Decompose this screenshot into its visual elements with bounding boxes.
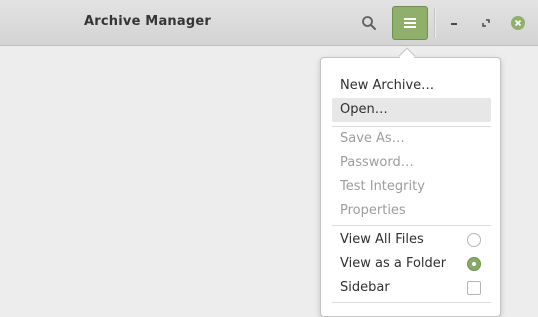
menu-item-label: Open… xyxy=(340,102,388,117)
menu-item-label: New Archive… xyxy=(340,78,435,93)
radio-dot xyxy=(472,262,476,266)
menu-item-label: View as a Folder xyxy=(340,256,447,271)
menu-item-new-archive[interactable]: New Archive… xyxy=(332,74,491,98)
menu-item-view-all-files[interactable]: View All Files xyxy=(332,228,491,252)
hamburger-menu-icon xyxy=(404,18,416,28)
menu-item-sidebar[interactable]: Sidebar xyxy=(332,276,491,300)
menu-item-password[interactable]: Password… xyxy=(332,151,491,175)
minimize-icon xyxy=(451,23,457,25)
main-menu-popover: New Archive… Open… Save As… Password… Te… xyxy=(320,57,501,317)
sidebar-checkbox[interactable] xyxy=(467,281,481,295)
search-icon xyxy=(362,16,376,30)
menu-item-label: View All Files xyxy=(340,232,424,247)
menu-item-properties[interactable]: Properties xyxy=(332,199,491,223)
close-icon xyxy=(511,16,525,30)
search-button[interactable] xyxy=(355,9,383,37)
close-button[interactable] xyxy=(508,13,528,33)
header-separator xyxy=(434,8,436,38)
minimize-button[interactable] xyxy=(444,13,464,33)
popover-arrow-cover xyxy=(397,58,417,66)
menu-item-test-integrity[interactable]: Test Integrity xyxy=(332,175,491,199)
window-title: Archive Manager xyxy=(84,14,211,29)
menu-item-label: Save As… xyxy=(340,131,405,146)
restore-icon xyxy=(482,19,490,27)
menu-item-save-as[interactable]: Save As… xyxy=(332,127,491,151)
menu-item-label: Password… xyxy=(340,155,414,170)
menu-item-label: Sidebar xyxy=(340,280,390,295)
menu-item-view-as-folder[interactable]: View as a Folder xyxy=(332,252,491,276)
maximize-button[interactable] xyxy=(476,13,496,33)
menu-item-open[interactable]: Open… xyxy=(332,98,491,122)
menu-item-label: Properties xyxy=(340,203,406,218)
radio-button[interactable] xyxy=(467,233,481,247)
menu-separator xyxy=(332,302,491,303)
menu-item-label: Test Integrity xyxy=(340,179,425,194)
headerbar: Archive Manager xyxy=(0,0,538,46)
main-menu-button[interactable] xyxy=(392,6,428,40)
menu-separator xyxy=(332,225,491,226)
radio-button-selected[interactable] xyxy=(467,257,481,271)
